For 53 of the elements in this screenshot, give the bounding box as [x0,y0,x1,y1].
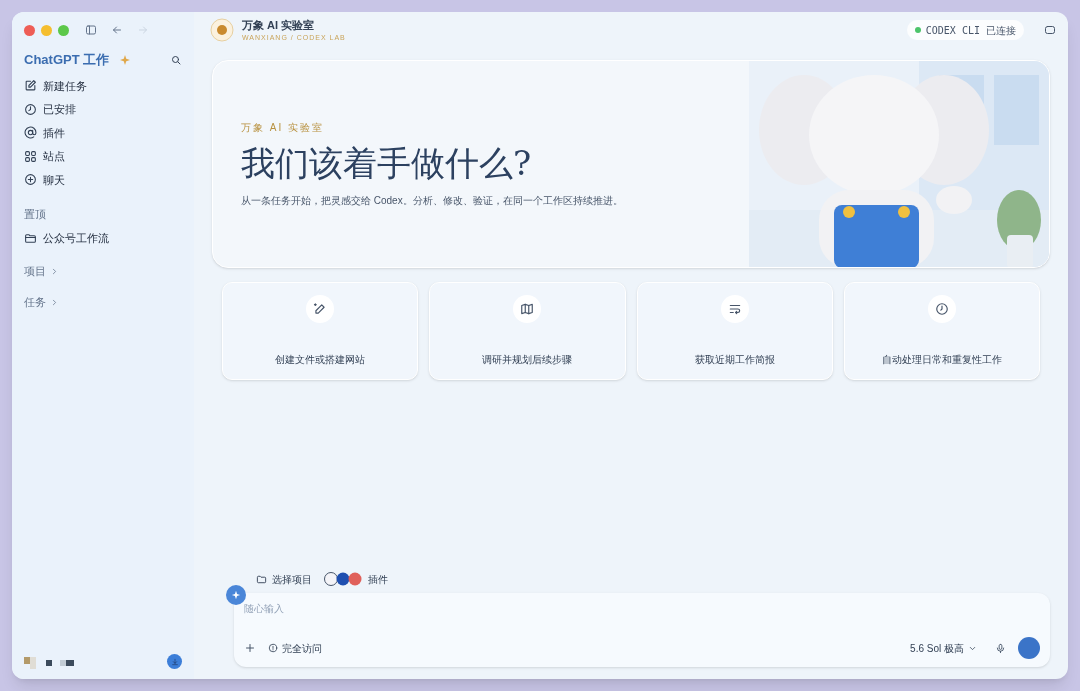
section-toggle[interactable]: 项目 [24,262,182,281]
pixelated-avatar-icon [24,654,76,669]
logo-icon [210,18,234,42]
model-selector[interactable]: 5.6 Sol 极高 [910,640,977,656]
hero-subtitle: 从一条任务开始，把灵感交给 Codex。分析、修改、验证，在同一个工作区持续推进。 [241,194,623,208]
section-heading: 置顶 [24,206,47,222]
text-wrap-icon [727,302,742,316]
download-icon [170,657,179,666]
nav-item[interactable]: 已安排 [24,97,182,121]
sparkle-icon [119,54,132,66]
sparkle-icon [231,590,241,600]
nav-item[interactable]: 插件 [24,121,182,145]
clock-icon [24,102,37,116]
microphone-icon[interactable] [995,642,1006,654]
nav-item[interactable]: 站点 [24,144,182,168]
edit-icon [24,79,37,93]
nav-item[interactable]: 聊天 [24,168,182,192]
search-icon[interactable] [170,54,182,66]
suggestion-card[interactable]: 自动处理日常和重复性工作 [843,282,1040,380]
plugins-button[interactable]: 插件 [324,571,388,587]
sidebar-toggle-icon[interactable] [85,24,97,36]
plugin-logos-icon [324,572,364,586]
suggestion-card[interactable]: 创建文件或搭建网站 [222,282,419,380]
close-button[interactable] [24,24,35,36]
hero-eyebrow: 万象 AI 实验室 [241,121,324,135]
access-button[interactable]: 完全访问 [268,640,322,656]
add-icon[interactable] [244,642,256,654]
clock-icon [934,302,949,316]
back-icon[interactable] [111,24,123,36]
pencil-icon [313,302,328,316]
grid-icon [24,149,37,163]
map-icon [520,302,535,316]
info-icon [268,643,278,653]
chevron-right-icon [50,298,59,307]
download-button[interactable] [167,654,182,669]
hero-title: 我们该着手做什么? [241,142,532,185]
message-input[interactable]: 随心输入 [244,601,544,616]
folder-icon [24,231,37,245]
status-text: CODEX CLI 已连接 [925,23,1016,38]
plus-circle-icon [24,173,37,187]
suggestion-card[interactable]: 获取近期工作简报 [636,282,833,380]
pinned-item[interactable]: 公众号工作流 [24,226,182,250]
window-icon[interactable] [1044,24,1056,36]
chevron-right-icon [50,267,59,276]
project-button[interactable]: 选择项目 [256,571,312,587]
folder-icon [256,573,267,585]
sidebar-title: ChatGPT 工作 [24,51,110,70]
at-icon [24,126,37,140]
suggestion-card[interactable]: 调研并规划后续步骤 [429,282,626,380]
section-toggle[interactable]: 任务 [24,293,182,312]
brand-title: 万象 AI 实验室 [242,19,316,31]
nav-item[interactable]: 新建任务 [24,74,182,98]
send-button[interactable] [1018,637,1040,659]
